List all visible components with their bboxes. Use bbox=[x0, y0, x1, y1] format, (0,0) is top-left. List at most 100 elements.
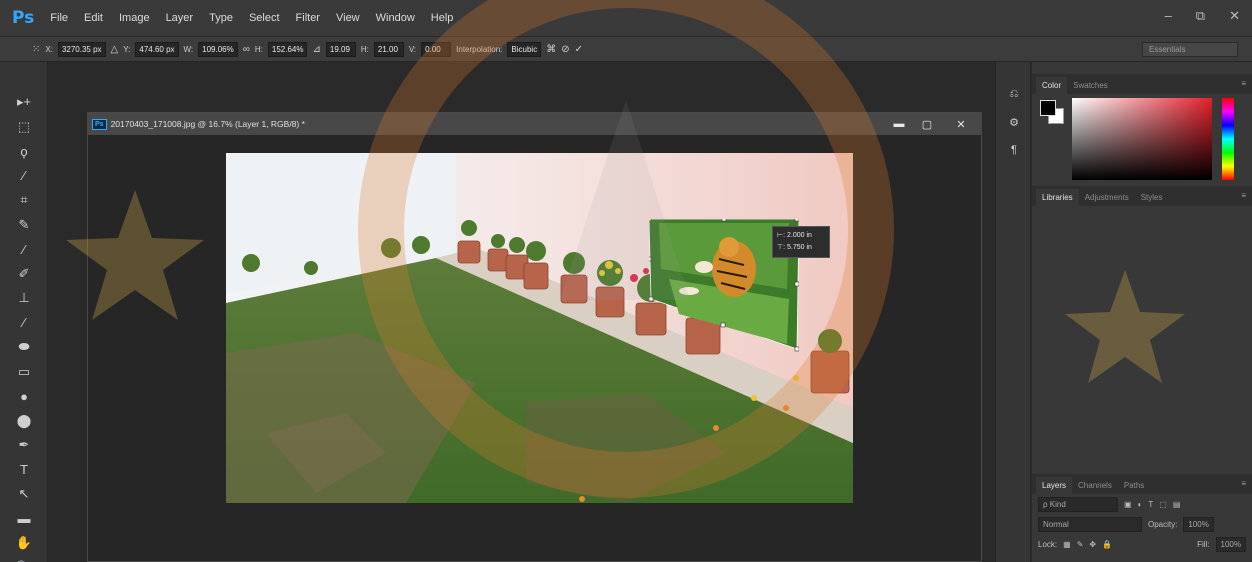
tools-panel: ▸+ ⬚ ϙ ⁄ ⌗ ✎ ⁄ ✐ ⊥ ⁄ ⬬ ▭ ● ⬤ ✒ T ↖ ▬ ✋ 🔍 bbox=[0, 62, 48, 562]
blend-mode-select[interactable]: Normal bbox=[1038, 516, 1142, 532]
pen-tool-icon[interactable]: ✒ bbox=[0, 433, 48, 458]
marquee-tool-icon[interactable]: ⬚ bbox=[0, 115, 48, 140]
color-panel-tabs: Color Swatches ≡ bbox=[1032, 74, 1252, 94]
lock-pixels-icon[interactable]: ▦ bbox=[1063, 540, 1071, 549]
document-title: 20170403_171008.jpg @ 16.7% (Layer 1, RG… bbox=[110, 119, 305, 129]
history-panel-icon[interactable]: ⎌ bbox=[996, 80, 1032, 108]
warp-icon[interactable]: ⌘ bbox=[546, 44, 556, 55]
menu-view[interactable]: View bbox=[328, 12, 368, 24]
transform-size-tooltip: ⊢: 2.000 in ⊤: 5.750 in bbox=[772, 226, 830, 258]
hue-slider[interactable] bbox=[1222, 98, 1234, 180]
cancel-transform-icon[interactable]: ⊘ bbox=[561, 44, 569, 55]
eyedropper-tool-icon[interactable]: ✎ bbox=[0, 213, 48, 238]
relative-position-icon[interactable]: △ bbox=[111, 44, 119, 55]
photoshop-logo: Ps bbox=[12, 8, 35, 28]
filter-adjust-icon[interactable]: ◐ bbox=[1138, 500, 1143, 509]
history-brush-tool-icon[interactable]: ⁄ bbox=[0, 311, 48, 336]
options-bar: ⁙ X: 3270.35 px △ Y: 474.60 px W: 109.06… bbox=[0, 36, 1252, 62]
healing-brush-tool-icon[interactable]: ⁄ bbox=[0, 237, 48, 262]
foreground-color-swatch[interactable] bbox=[1040, 100, 1056, 116]
quick-select-tool-icon[interactable]: ⁄ bbox=[0, 164, 48, 189]
window-controls: – ⧉ ✕ bbox=[1165, 8, 1240, 24]
panel-menu-icon[interactable]: ≡ bbox=[1241, 79, 1246, 88]
menu-select[interactable]: Select bbox=[241, 12, 288, 24]
interpolation-select[interactable]: Bicubic bbox=[507, 41, 542, 57]
menu-image[interactable]: Image bbox=[111, 12, 158, 24]
kind-filter-select[interactable]: ρ Kind bbox=[1038, 496, 1118, 512]
panel-menu-icon[interactable]: ≡ bbox=[1241, 479, 1246, 488]
doc-maximize-button[interactable]: ▢ bbox=[913, 113, 941, 135]
h-skew-field[interactable]: 21.00 bbox=[373, 41, 404, 57]
crop-tool-icon[interactable]: ⌗ bbox=[0, 188, 48, 213]
filter-pixel-icon[interactable]: ▣ bbox=[1124, 500, 1132, 509]
document-titlebar[interactable]: Ps 20170403_171008.jpg @ 16.7% (Layer 1,… bbox=[88, 113, 981, 135]
character-panel-icon[interactable]: ¶ bbox=[996, 136, 1032, 164]
lock-all-icon[interactable]: 🔒 bbox=[1102, 540, 1112, 549]
tab-paths[interactable]: Paths bbox=[1118, 477, 1150, 494]
opacity-field[interactable]: 100% bbox=[1183, 516, 1214, 532]
layers-panel-tabs: Layers Channels Paths ≡ bbox=[1032, 474, 1252, 494]
canvas-area: Ps 20170403_171008.jpg @ 16.7% (Layer 1,… bbox=[49, 62, 995, 562]
lock-position-icon[interactable]: ✥ bbox=[1089, 540, 1096, 549]
v-skew-label: V: bbox=[408, 44, 417, 54]
type-tool-icon[interactable]: T bbox=[0, 458, 48, 483]
menu-window[interactable]: Window bbox=[368, 12, 423, 24]
interpolation-label: Interpolation: bbox=[456, 44, 503, 54]
hand-tool-icon[interactable]: ✋ bbox=[0, 531, 48, 556]
menu-edit[interactable]: Edit bbox=[76, 12, 111, 24]
height-field[interactable]: 152.64% bbox=[267, 41, 308, 57]
y-label: Y: bbox=[123, 44, 131, 54]
tab-libraries[interactable]: Libraries bbox=[1036, 189, 1079, 206]
path-select-tool-icon[interactable]: ↖ bbox=[0, 482, 48, 507]
x-position-field[interactable]: 3270.35 px bbox=[57, 41, 106, 57]
libraries-panel-tabs: Libraries Adjustments Styles ≡ bbox=[1032, 186, 1252, 206]
tab-adjustments[interactable]: Adjustments bbox=[1079, 189, 1135, 206]
tab-layers[interactable]: Layers bbox=[1036, 477, 1073, 494]
eraser-tool-icon[interactable]: ⬬ bbox=[0, 335, 48, 360]
tab-channels[interactable]: Channels bbox=[1072, 477, 1118, 494]
commit-transform-icon[interactable]: ✓ bbox=[575, 44, 583, 55]
gradient-tool-icon[interactable]: ▭ bbox=[0, 360, 48, 385]
dodge-tool-icon[interactable]: ⬤ bbox=[0, 409, 48, 434]
restore-button[interactable]: ⧉ bbox=[1196, 8, 1205, 24]
filter-smart-icon[interactable]: ▤ bbox=[1173, 500, 1181, 509]
clone-stamp-tool-icon[interactable]: ⊥ bbox=[0, 286, 48, 311]
tab-color[interactable]: Color bbox=[1036, 77, 1068, 94]
properties-panel-icon[interactable]: ⚙ bbox=[996, 108, 1032, 136]
minimize-button[interactable]: – bbox=[1165, 8, 1172, 24]
menu-file[interactable]: File bbox=[42, 12, 76, 24]
link-icon[interactable]: ∞ bbox=[243, 44, 250, 55]
fill-label: Fill: bbox=[1197, 539, 1210, 549]
zoom-tool-icon[interactable]: 🔍 bbox=[0, 556, 48, 562]
fill-field[interactable]: 100% bbox=[1215, 536, 1246, 552]
right-panels: Color Swatches ≡ Libraries Adjustments S… bbox=[1032, 62, 1252, 562]
move-tool-icon[interactable]: ▸+ bbox=[0, 90, 48, 115]
brush-tool-icon[interactable]: ✐ bbox=[0, 262, 48, 287]
rectangle-tool-icon[interactable]: ▬ bbox=[0, 507, 48, 532]
panel-menu-icon[interactable]: ≡ bbox=[1241, 191, 1246, 200]
tab-styles[interactable]: Styles bbox=[1135, 189, 1169, 206]
rotate-field[interactable]: 19.09 bbox=[325, 41, 356, 57]
blur-tool-icon[interactable]: ● bbox=[0, 384, 48, 409]
close-button[interactable]: ✕ bbox=[1229, 8, 1240, 24]
tab-swatches[interactable]: Swatches bbox=[1067, 77, 1114, 94]
doc-close-button[interactable]: ✕ bbox=[941, 113, 981, 135]
document-controls: ▬ ▢ ✕ bbox=[885, 113, 981, 135]
filter-shape-icon[interactable]: ⬚ bbox=[1159, 500, 1167, 509]
menu-help[interactable]: Help bbox=[423, 12, 462, 24]
y-position-field[interactable]: 474.60 px bbox=[135, 41, 179, 57]
lock-label: Lock: bbox=[1038, 539, 1058, 549]
lock-paint-icon[interactable]: ✎ bbox=[1077, 540, 1084, 549]
menu-type[interactable]: Type bbox=[201, 12, 241, 24]
layers-blend-row: Normal Opacity: 100% bbox=[1032, 514, 1252, 534]
lasso-tool-icon[interactable]: ϙ bbox=[0, 139, 48, 164]
doc-minimize-button[interactable]: ▬ bbox=[885, 113, 913, 135]
reference-point-icon[interactable]: ⁙ bbox=[32, 44, 40, 55]
menu-filter[interactable]: Filter bbox=[288, 12, 328, 24]
menu-layer[interactable]: Layer bbox=[158, 12, 202, 24]
workspace-select[interactable]: Essentials bbox=[1142, 42, 1238, 57]
filter-type-icon[interactable]: T bbox=[1148, 500, 1153, 509]
v-skew-field[interactable]: 0.00 bbox=[421, 41, 452, 57]
color-picker-field[interactable] bbox=[1072, 98, 1212, 180]
width-field[interactable]: 109.06% bbox=[198, 41, 238, 57]
